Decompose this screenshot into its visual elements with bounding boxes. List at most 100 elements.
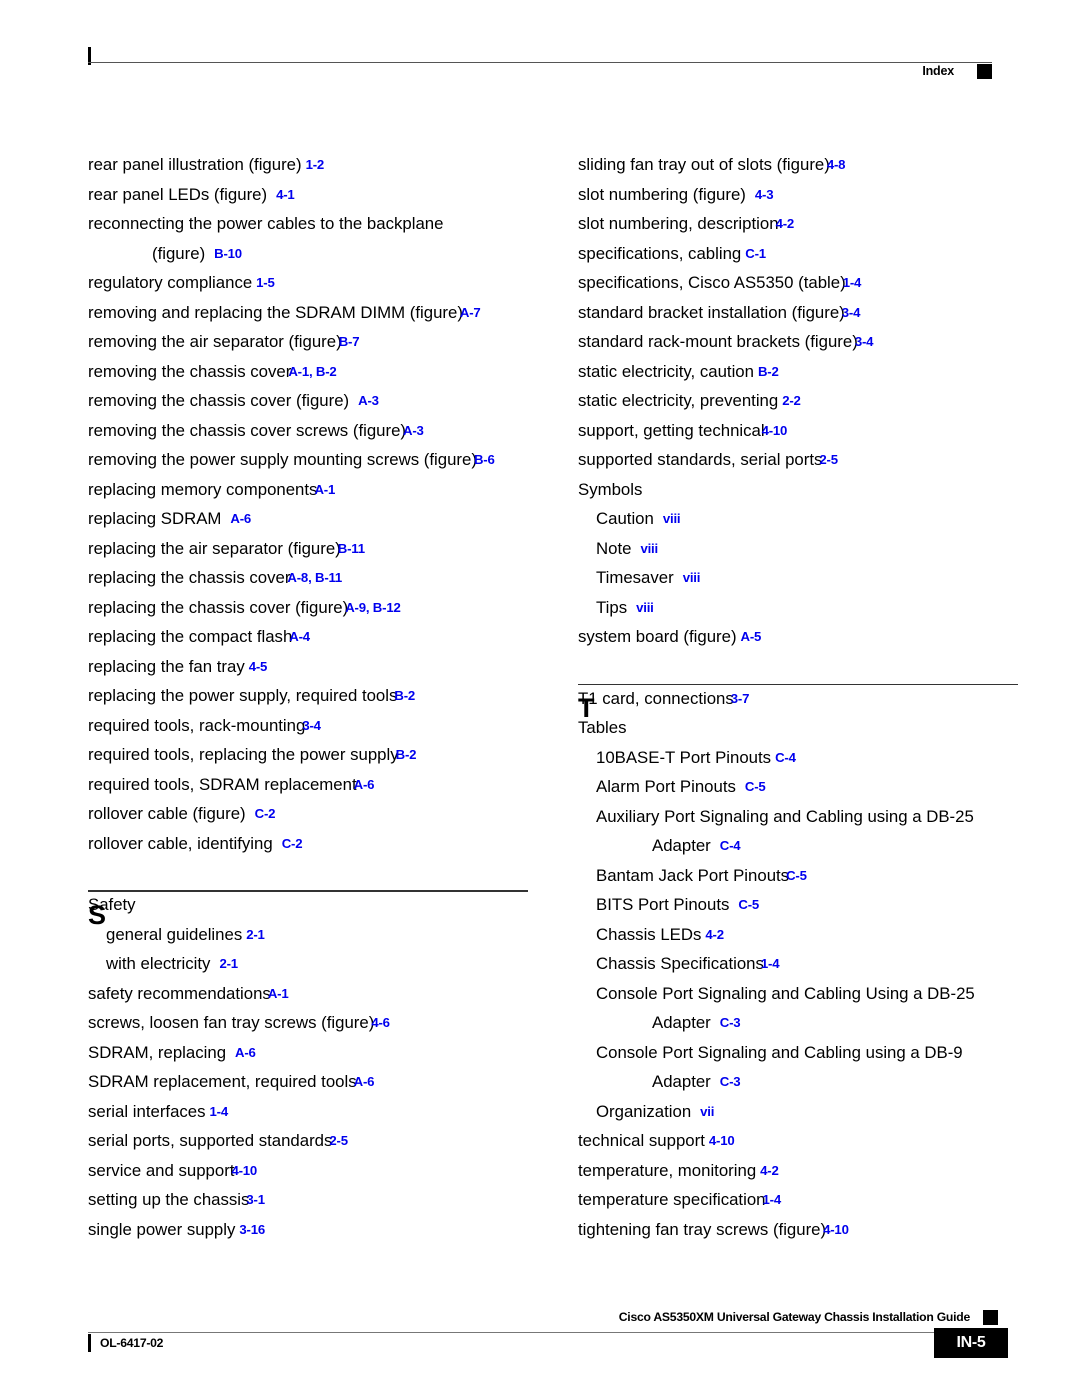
index-page-reference[interactable]: C-3 <box>720 1074 741 1089</box>
index-page-reference[interactable]: B-2 <box>394 688 415 703</box>
index-page-reference[interactable]: A-1, B-2 <box>288 364 336 379</box>
index-page-reference[interactable]: C-4 <box>775 750 796 765</box>
index-page-reference[interactable]: 4-8 <box>827 157 846 172</box>
black-square-icon <box>977 64 992 79</box>
index-page-reference[interactable]: 2-5 <box>819 452 838 467</box>
index-page-reference[interactable]: 4-10 <box>709 1133 735 1148</box>
page-footer: Cisco AS5350XM Universal Gateway Chassis… <box>72 1310 1008 1370</box>
index-page-reference[interactable]: 1-4 <box>761 956 780 971</box>
index-page-reference[interactable]: A-4 <box>289 629 310 644</box>
index-page-reference[interactable]: A-1 <box>314 482 335 497</box>
index-page-reference[interactable]: C-1 <box>745 246 766 261</box>
index-page-reference[interactable]: C-2 <box>282 836 303 851</box>
index-entry-label: removing and replacing the SDRAM DIMM (f… <box>88 302 463 322</box>
index-page-reference[interactable]: 4-1 <box>276 187 295 202</box>
index-page-reference[interactable]: A-3 <box>403 423 424 438</box>
index-page-reference[interactable]: 2-5 <box>329 1133 348 1148</box>
index-page-reference[interactable]: 4-6 <box>371 1015 390 1030</box>
index-page-reference[interactable]: C-4 <box>720 838 741 853</box>
index-entry-label: Timesaver <box>596 568 674 587</box>
index-page-reference[interactable]: 2-2 <box>782 393 801 408</box>
index-page-reference[interactable]: 3-4 <box>855 334 874 349</box>
index-page-reference[interactable]: C-5 <box>745 779 766 794</box>
index-page-reference[interactable]: 4-2 <box>760 1163 779 1178</box>
index-entry: removing the air separator (figure)B-7 <box>88 327 528 357</box>
index-page-reference[interactable]: viii <box>636 600 654 615</box>
index-page-reference[interactable]: A-6 <box>354 777 375 792</box>
index-page-reference[interactable]: B-2 <box>758 364 779 379</box>
index-page-reference[interactable]: A-8, B-11 <box>287 570 342 585</box>
index-page-reference[interactable]: 1-5 <box>256 275 275 290</box>
index-page-reference[interactable]: 1-4 <box>210 1104 229 1119</box>
index-page-reference[interactable]: A-6 <box>354 1074 375 1089</box>
index-entry: specifications, cabling C-1 <box>578 239 1018 269</box>
index-entry: required tools, replacing the power supp… <box>88 740 528 770</box>
index-entry-label: supported standards, serial ports <box>578 450 823 469</box>
index-page-reference[interactable]: C-2 <box>255 806 276 821</box>
index-entry: Note viii <box>578 534 1018 564</box>
index-entry: safety recommendationsA-1 <box>88 979 528 1009</box>
index-entry-label: required tools, rack-mounting <box>88 715 306 735</box>
index-entry: rollover cable, identifying C-2 <box>88 829 528 859</box>
index-page-reference[interactable]: 4-5 <box>249 659 268 674</box>
index-entry: replacing SDRAM A-6 <box>88 504 528 534</box>
index-entry-label: removing the air separator (figure) <box>88 332 342 351</box>
index-page-reference[interactable]: B-10 <box>214 246 242 261</box>
index-page-reference[interactable]: B-7 <box>339 334 360 349</box>
index-page-reference[interactable]: A-3 <box>358 393 379 408</box>
page-header: Index <box>88 46 992 80</box>
index-page-reference[interactable]: 4-10 <box>823 1222 849 1237</box>
footer-page-number: IN-5 <box>934 1328 1008 1358</box>
index-page-reference[interactable]: 4-10 <box>231 1163 257 1178</box>
index-page-reference[interactable]: A-7 <box>460 305 481 320</box>
index-page-reference[interactable]: 2-1 <box>246 927 265 942</box>
index-entry: Console Port Signaling and Cabling using… <box>578 1038 1018 1068</box>
index-entry-label: replacing SDRAM <box>88 509 222 528</box>
index-page-reference[interactable]: viii <box>663 511 681 526</box>
index-page-reference[interactable]: 1-4 <box>843 275 862 290</box>
index-entry-label: technical support <box>578 1131 705 1150</box>
index-page-reference[interactable]: B-11 <box>338 541 365 556</box>
header-title: Index <box>922 64 954 78</box>
index-page-reference[interactable]: 4-2 <box>705 927 724 942</box>
index-page-reference[interactable]: 3-16 <box>239 1222 265 1237</box>
index-page-reference[interactable]: 4-2 <box>776 216 795 231</box>
index-page-reference[interactable]: 1-2 <box>306 157 325 172</box>
index-page-reference[interactable]: C-5 <box>738 897 759 912</box>
index-page-reference[interactable]: B-2 <box>396 747 417 762</box>
index-page-reference[interactable]: A-6 <box>235 1045 256 1060</box>
index-page-reference[interactable]: B-6 <box>474 452 495 467</box>
index-page-reference[interactable]: 3-1 <box>246 1192 265 1207</box>
index-entry-label: replacing the chassis cover (figure) <box>88 597 349 617</box>
index-entry: replacing the compact flashA-4 <box>88 622 528 652</box>
index-entry: required tools, rack-mounting3-4 <box>88 711 528 741</box>
index-page-reference[interactable]: 3-4 <box>302 718 321 733</box>
index-page-reference[interactable]: 3-4 <box>842 305 861 320</box>
index-page-reference[interactable]: A-5 <box>741 629 762 644</box>
index-page-reference[interactable]: viii <box>683 570 701 585</box>
index-page-reference[interactable]: viii <box>640 541 658 556</box>
index-page-reference[interactable]: A-6 <box>230 511 251 526</box>
index-entry: technical support 4-10 <box>578 1126 1018 1156</box>
index-entry-label: Chassis LEDs <box>596 924 702 944</box>
index-entry-label: tightening fan tray screws (figure) <box>578 1219 827 1239</box>
index-page-reference[interactable]: 4-10 <box>762 423 788 438</box>
index-page-reference[interactable]: 4-3 <box>755 187 774 202</box>
index-page-reference[interactable]: C-5 <box>786 868 807 883</box>
index-entry-continuation: Adapter C-4 <box>578 831 1018 861</box>
index-entry: replacing the chassis cover (figure)A-9,… <box>88 593 528 623</box>
index-entry-label: setting up the chassis <box>88 1190 250 1209</box>
index-entry-label: rear panel illustration (figure) <box>88 155 302 174</box>
index-page-reference[interactable]: 1-4 <box>763 1192 782 1207</box>
index-entry: temperature specification1-4 <box>578 1185 1018 1215</box>
index-page-reference[interactable]: vii <box>700 1104 714 1119</box>
index-page-reference[interactable]: A-1 <box>268 986 289 1001</box>
index-page-reference[interactable]: 3-7 <box>731 691 750 706</box>
index-entry-label: Symbols <box>578 479 643 499</box>
index-page-reference[interactable]: 2-1 <box>219 956 238 971</box>
index-page-reference[interactable]: C-3 <box>720 1015 741 1030</box>
index-entry-label: 10BASE-T Port Pinouts <box>596 747 772 767</box>
index-entry-label: replacing the fan tray <box>88 656 245 676</box>
index-page-reference[interactable]: A-9, B-12 <box>345 600 401 615</box>
index-entry: screws, loosen fan tray screws (figure)4… <box>88 1008 528 1038</box>
